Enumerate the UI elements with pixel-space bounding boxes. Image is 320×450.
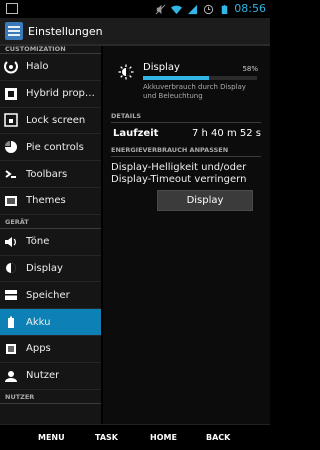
menu-button[interactable]: MENU [38,433,65,442]
halo-icon [4,60,18,74]
runtime-row: Laufzeit 7 h 40 m 52 s [113,126,261,142]
battery-detail-pane: Display 58% Akkuverbrauch durch Display … [103,46,270,424]
themes-icon [4,194,18,208]
navigation-bar: MENU TASK HOME BACK [0,424,270,450]
list-item-themes[interactable]: Themes [0,188,101,215]
back-button[interactable]: BACK [206,433,230,442]
details-header: DETAILS [111,112,261,123]
settings-list[interactable]: CUSTOMIZATION Halo Hybrid propert.. Lock… [0,46,101,424]
settings-icon[interactable] [5,22,23,40]
page-title: Einstellungen [28,25,103,38]
battery-usage-item[interactable]: Display 58% Akkuverbrauch durch Display … [103,56,270,106]
notification-icon [6,3,18,14]
list-item-lock-screen[interactable]: Lock screen [0,108,101,135]
storage-icon [4,288,18,302]
mute-icon [155,4,166,14]
list-item-hybrid-properties[interactable]: Hybrid propert.. [0,81,101,108]
clock: 08:56 [234,2,266,15]
list-item-storage[interactable]: Speicher [0,282,101,310]
usage-item-name: Display [143,62,180,73]
adjust-usage-header: ENERGIEVERBRAUCH ANPASSEN [111,146,261,157]
toolbars-icon [4,167,18,181]
display-icon [4,261,18,275]
section-header-customization: CUSTOMIZATION [0,46,101,54]
user-icon [4,369,18,383]
usage-item-description: Akkuverbrauch durch Display und Beleucht… [143,83,246,100]
task-button[interactable]: TASK [95,433,118,442]
list-item-sounds[interactable]: Töne [0,229,101,256]
list-item-pie-controls[interactable]: Pie controls [0,134,101,162]
section-header-user: NUTZER [0,390,101,404]
volume-icon [4,235,18,249]
runtime-label: Laufzeit [113,128,159,139]
status-bar: 08:56 [0,0,270,18]
home-button[interactable]: HOME [150,433,177,442]
list-item-users[interactable]: Nutzer [0,363,101,390]
usage-progress-bar [143,76,257,80]
runtime-value: 7 h 40 m 52 s [192,128,261,139]
action-bar: Einstellungen [0,18,270,46]
usage-item-percent: 58% [242,65,258,73]
pie-icon [4,140,18,154]
list-item-toolbars[interactable]: Toolbars [0,161,101,188]
apps-icon [4,342,18,356]
display-brightness-icon [118,64,134,80]
battery-icon [4,315,18,329]
list-item-apps[interactable]: Apps [0,336,101,363]
hybrid-icon [4,87,18,101]
usage-progress-fill [143,76,210,80]
wifi-icon [171,5,182,14]
section-header-device: GERÄT [0,215,101,229]
alarm-icon [203,4,214,14]
adjust-hint: Display-Helligkeit und/oder Display-Time… [111,162,247,185]
battery-icon [221,4,228,14]
lock-screen-icon [4,113,18,128]
signal-icon [187,4,198,14]
list-item-battery[interactable]: Akku [0,309,101,336]
display-settings-button[interactable]: Display [157,190,253,211]
list-item-halo[interactable]: Halo [0,54,101,81]
list-item-display[interactable]: Display [0,256,101,283]
